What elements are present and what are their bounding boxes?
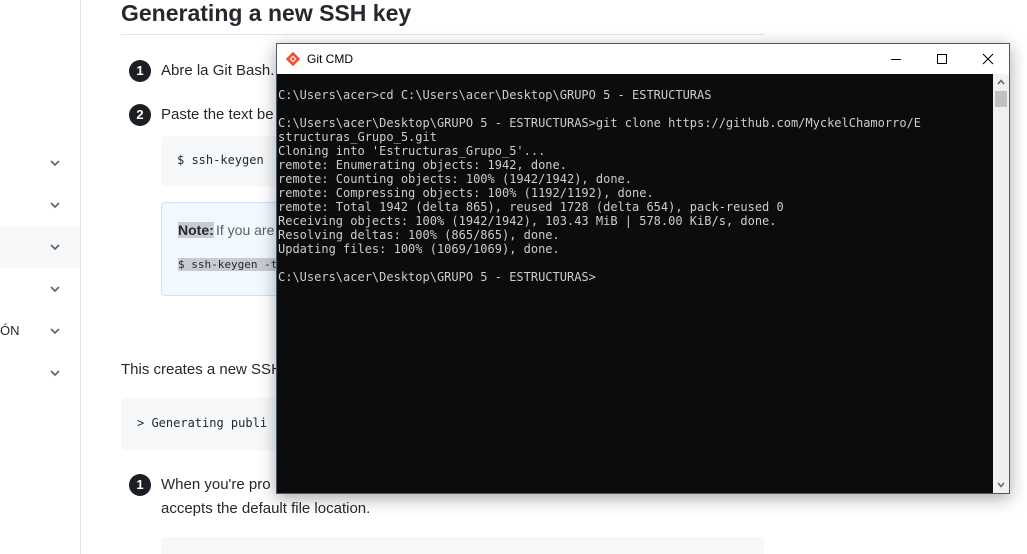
chevron-down-icon (50, 244, 60, 251)
step-number-badge: 1 (129, 474, 151, 496)
sidebar-item-6[interactable] (0, 352, 80, 394)
chevron-down-icon (50, 286, 60, 293)
terminal-line: C:\Users\acer>cd C:\Users\acer\Desktop\G… (278, 88, 712, 102)
maximize-button[interactable] (919, 44, 965, 74)
terminal-line: remote: Total 1942 (delta 865), reused 1… (278, 200, 784, 214)
docs-sidebar: ÓN (0, 0, 81, 554)
scrollbar-thumb[interactable] (995, 91, 1007, 107)
code-text: > Generating publi (137, 416, 268, 430)
chevron-down-icon (50, 370, 60, 377)
terminal-line: Resolving deltas: 100% (865/865), done. (278, 228, 560, 242)
terminal-line: Receiving objects: 100% (1942/1942), 103… (278, 214, 777, 228)
window-titlebar[interactable]: Git CMD (277, 44, 1009, 74)
chevron-down-icon (50, 328, 60, 335)
code-text: $ ssh-keygen (177, 153, 264, 167)
sidebar-item-3[interactable] (0, 226, 80, 268)
terminal-output[interactable]: C:\Users\acer>cd C:\Users\acer\Desktop\G… (277, 74, 993, 493)
code-block[interactable] (161, 537, 764, 554)
terminal-line: Cloning into 'Estructuras_Grupo_5'... (278, 144, 546, 158)
terminal-line: Updating files: 100% (1069/1069), done. (278, 242, 560, 256)
terminal-line: remote: Compressing objects: 100% (1192/… (278, 186, 654, 200)
step-number-badge: 1 (129, 60, 151, 82)
window-title: Git CMD (307, 52, 353, 66)
step-text: Abre la Git Bash. (161, 62, 275, 79)
step-number-badge: 2 (129, 104, 151, 126)
sidebar-item-label: ÓN (0, 323, 20, 338)
chevron-down-icon (50, 160, 60, 167)
chevron-down-icon (50, 202, 60, 209)
note-text: If you are (216, 222, 275, 238)
git-logo-icon (285, 51, 301, 67)
close-icon (982, 53, 994, 65)
step-text-continued: accepts the default file location. (161, 500, 371, 517)
terminal-prompt: C:\Users\acer\Desktop\GRUPO 5 - ESTRUCTU… (278, 270, 596, 284)
step-text: Paste the text be (161, 106, 274, 123)
sidebar-item-1[interactable] (0, 142, 80, 184)
paragraph-text: This creates a new SSH (121, 361, 282, 378)
screen: ÓN Generating a new SSH key 1 Abre la Gi… (0, 0, 1027, 554)
sidebar-item-4[interactable] (0, 268, 80, 310)
maximize-icon (937, 54, 947, 64)
terminal-line: remote: Enumerating objects: 1942, done. (278, 158, 567, 172)
terminal-line: C:\Users\acer\Desktop\GRUPO 5 - ESTRUCTU… (278, 116, 921, 130)
close-button[interactable] (965, 44, 1011, 74)
chevron-down-icon (997, 482, 1005, 488)
note-code: $ ssh-keygen -t (178, 258, 278, 271)
minimize-icon (891, 59, 901, 60)
page-title: Generating a new SSH key (121, 0, 412, 26)
chevron-up-icon (997, 79, 1005, 85)
terminal-line: remote: Counting objects: 100% (1942/194… (278, 172, 633, 186)
scroll-up-button[interactable] (993, 74, 1009, 90)
git-cmd-window[interactable]: Git CMD C:\Users\acer>cd C:\Users\acer\D… (276, 43, 1010, 494)
minimize-button[interactable] (873, 44, 919, 74)
heading-divider (121, 34, 764, 35)
sidebar-item-5[interactable]: ÓN (0, 310, 80, 352)
note-label: Note: (178, 222, 214, 238)
vertical-scrollbar[interactable] (993, 74, 1009, 493)
sidebar-item-2[interactable] (0, 184, 80, 226)
scroll-down-button[interactable] (993, 477, 1009, 493)
step-text: When you're pro (161, 476, 271, 493)
terminal-line: structuras_Grupo_5.git (278, 130, 437, 144)
